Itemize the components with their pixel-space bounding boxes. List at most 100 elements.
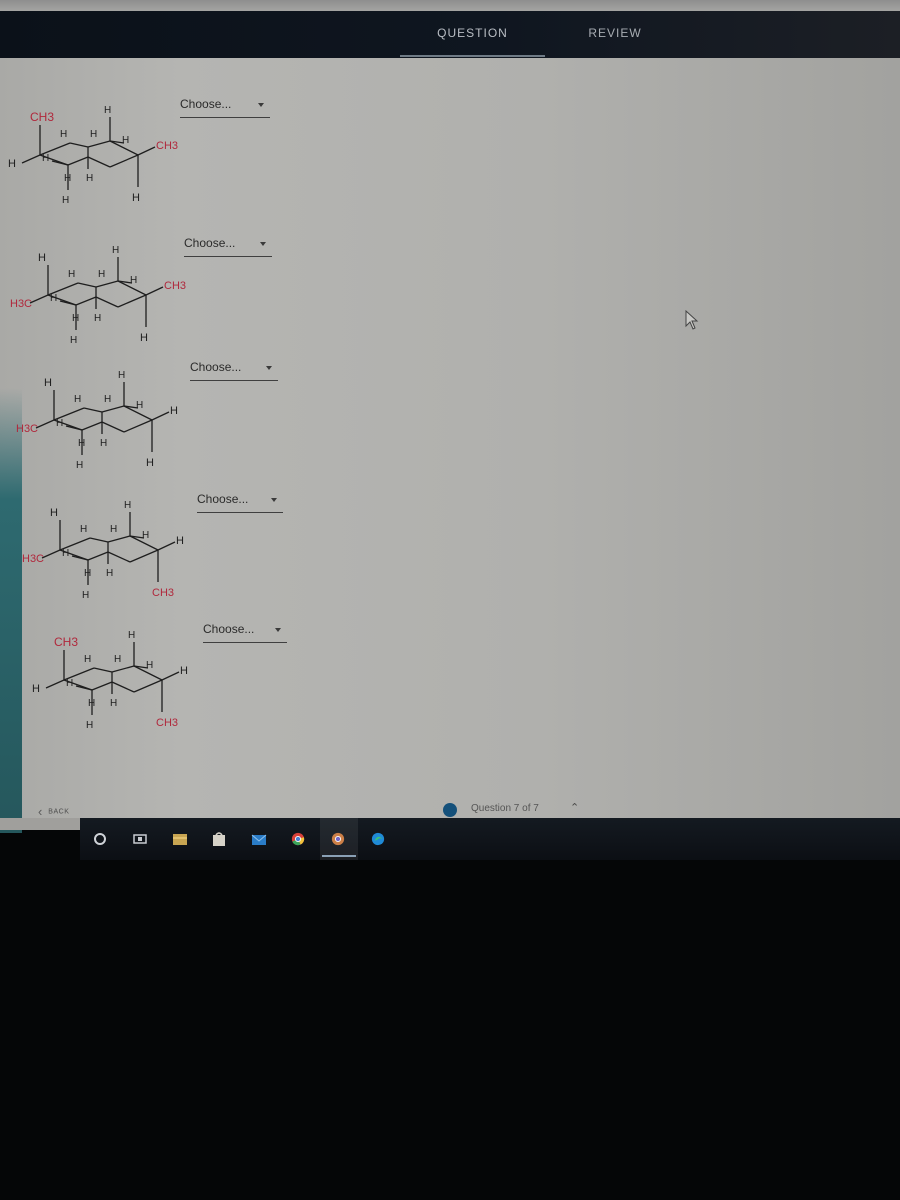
bond — [41, 549, 61, 559]
store-icon[interactable] — [211, 832, 227, 846]
quiz-footer: ‹ BACK Question 7 of 7 ⌃ — [0, 790, 900, 819]
chair-conformation-structure: HH3CHCH3HH HHHH HH — [22, 500, 184, 601]
hydrogen-atom: H — [76, 460, 83, 471]
tab-question-label: QUESTION — [437, 26, 508, 40]
hydrogen-atom: H — [104, 394, 111, 405]
caret-down-icon — [271, 498, 277, 502]
caret-down-icon — [275, 628, 281, 632]
right-substituent: H — [170, 405, 178, 417]
answer-dropdown[interactable]: Choose... — [180, 95, 270, 118]
bond — [87, 156, 111, 168]
hydrogen-atom: H — [100, 438, 107, 449]
bond — [87, 551, 109, 561]
caret-down-icon — [258, 103, 264, 107]
progress-indicator-dot — [443, 803, 457, 817]
answer-dropdown[interactable]: Choose... — [190, 358, 278, 381]
right-substituent: H — [180, 665, 188, 677]
bond — [111, 665, 135, 673]
bond — [93, 667, 113, 673]
bond — [109, 154, 139, 168]
question-item: H H3C CH3 H H H H H H H H H — [0, 235, 320, 355]
active-app-indicator — [322, 855, 356, 857]
back-label: BACK — [48, 808, 70, 816]
hydrogen-atom: H — [78, 438, 85, 449]
hydrogen-atom: H — [42, 153, 49, 164]
bond — [87, 140, 111, 148]
hydrogen-atom: H — [122, 135, 129, 146]
hydrogen-atom: H — [72, 313, 79, 324]
bond — [133, 679, 163, 693]
mail-icon[interactable] — [251, 832, 267, 846]
right-substituent: H — [176, 535, 184, 547]
hydrogen-atom: H — [68, 269, 75, 280]
hydrogen-atom: H — [124, 500, 131, 511]
bottom-right-substituent: H — [146, 457, 154, 469]
dropdown-value: Choose... — [184, 236, 236, 250]
chair-conformation-structure: HH3CCH3HHH HHHH HH — [10, 245, 186, 346]
bond — [157, 541, 176, 551]
bond — [145, 286, 164, 296]
hydrogen-atom: H — [50, 293, 57, 304]
hydrogen-atom: H — [90, 129, 97, 140]
left-substituent: H3C — [16, 423, 38, 435]
bond — [117, 294, 147, 308]
screen-bezel — [0, 860, 900, 1200]
chair-conformation-structure: HH3CHHHH HHHH HH — [16, 370, 178, 471]
hydrogen-atom: H — [118, 370, 125, 381]
bond — [161, 671, 180, 681]
bond — [81, 421, 103, 431]
hydrogen-atom: H — [94, 313, 101, 324]
task-view-icon[interactable] — [132, 832, 148, 846]
hydrogen-atom: H — [88, 698, 95, 709]
back-button[interactable]: ‹ BACK — [38, 804, 69, 819]
bond — [77, 282, 97, 288]
bond — [123, 419, 153, 433]
answer-dropdown[interactable]: Choose... — [197, 490, 283, 513]
hydrogen-atom: H — [136, 400, 143, 411]
bond — [35, 419, 55, 429]
tab-question[interactable]: QUESTION — [400, 11, 545, 58]
bond — [101, 421, 125, 433]
hydrogen-atom: H — [62, 548, 69, 559]
answer-dropdown[interactable]: Choose... — [184, 234, 272, 257]
bottom-right-substituent: H — [132, 192, 140, 204]
quiz-header: QUESTION REVIEW — [0, 11, 900, 58]
chrome-icon[interactable] — [290, 832, 306, 846]
bond — [89, 537, 109, 543]
left-substituent: H — [32, 683, 40, 695]
answer-dropdown[interactable]: Choose... — [203, 620, 287, 643]
bond — [75, 296, 97, 306]
hydrogen-atom: H — [146, 660, 153, 671]
hydrogen-atom: H — [56, 418, 63, 429]
bond — [101, 405, 125, 413]
bond — [95, 296, 119, 308]
hydrogen-atom: H — [130, 275, 137, 286]
bond — [129, 549, 159, 563]
cortana-icon[interactable] — [92, 832, 108, 846]
bottom-right-substituent: H — [140, 332, 148, 344]
left-substituent: H3C — [10, 298, 32, 310]
tab-review[interactable]: REVIEW — [560, 11, 670, 58]
bond — [29, 294, 49, 304]
hydrogen-atom: H — [86, 720, 93, 731]
bottom-right-substituent: CH3 — [156, 717, 178, 729]
hydrogen-atom: H — [84, 568, 91, 579]
hydrogen-atom: H — [106, 568, 113, 579]
hydrogen-atom: H — [80, 524, 87, 535]
edge-icon[interactable] — [370, 832, 386, 846]
hydrogen-atom: H — [66, 678, 73, 689]
chair-conformation-structure: CH3HCH3HHH HHHH HH — [8, 105, 178, 206]
chevron-up-icon[interactable]: ⌃ — [570, 801, 579, 814]
hydrogen-atom: H — [74, 394, 81, 405]
hydrogen-atom: H — [84, 654, 91, 665]
desktop-edge — [0, 818, 80, 830]
bond — [111, 681, 135, 693]
dropdown-value: Choose... — [197, 492, 249, 506]
windows-taskbar — [80, 818, 900, 860]
tab-review-label: REVIEW — [588, 26, 642, 40]
top-left-substituent: H — [38, 252, 46, 264]
active-tab-indicator — [400, 55, 545, 57]
hydrogen-atom: H — [128, 630, 135, 641]
bottom-right-substituent: CH3 — [152, 587, 174, 599]
file-explorer-icon[interactable] — [172, 832, 188, 846]
